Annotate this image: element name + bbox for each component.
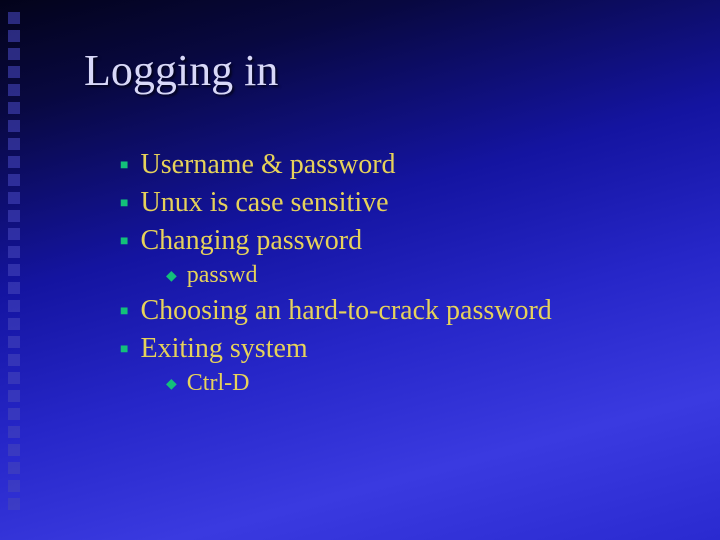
slide: Logging in ■ Username & password ■ Unux … [0,0,720,540]
square-bullet-icon: ■ [120,341,128,360]
slide-body: ■ Username & password ■ Unux is case sen… [120,146,680,400]
list-subitem-text: Ctrl-D [187,367,250,399]
list-item: ■ Choosing an hard-to-crack password [120,292,680,330]
list-item-text: Changing password [140,222,362,260]
list-item: ■ Changing password [120,222,680,260]
diamond-bullet-icon: ◆ [166,268,177,287]
list-item-text: Unux is case sensitive [140,184,388,222]
list-item-text: Username & password [140,146,395,184]
list-item: ■ Username & password [120,146,680,184]
side-decoration [8,12,22,510]
list-item: ■ Exiting system [120,330,680,368]
diamond-bullet-icon: ◆ [166,376,177,395]
list-subitem-text: passwd [187,259,258,291]
list-item-text: Choosing an hard-to-crack password [140,292,551,330]
list-subitem: ◆ passwd [166,259,680,291]
list-item-text: Exiting system [140,330,307,368]
slide-title: Logging in [84,48,278,94]
square-bullet-icon: ■ [120,195,128,214]
list-subitem: ◆ Ctrl-D [166,367,680,399]
square-bullet-icon: ■ [120,303,128,322]
list-item: ■ Unux is case sensitive [120,184,680,222]
square-bullet-icon: ■ [120,157,128,176]
square-bullet-icon: ■ [120,233,128,252]
